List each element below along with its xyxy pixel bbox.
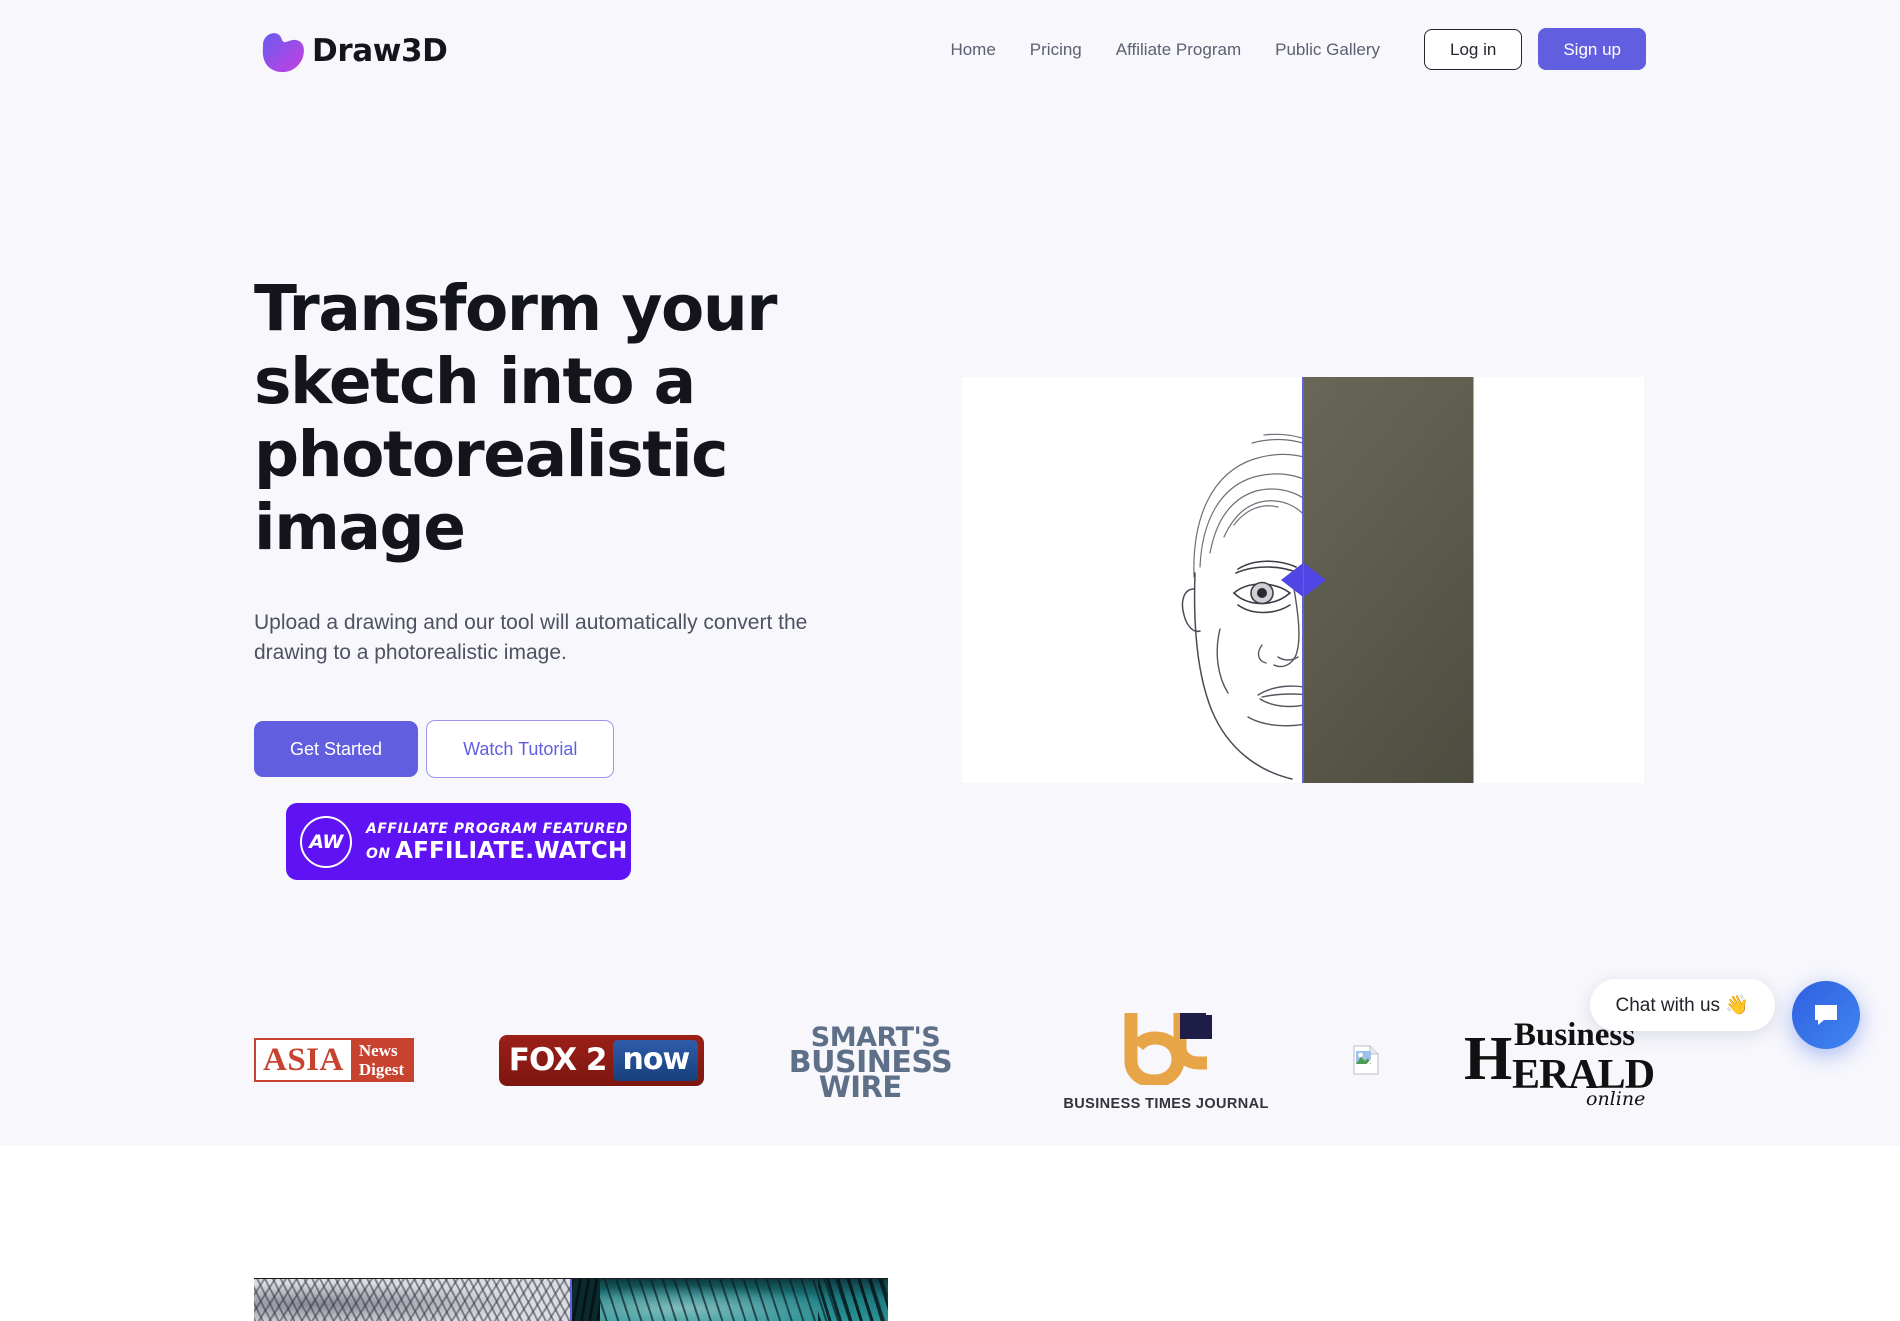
bottom-before-sketch (254, 1279, 571, 1321)
asia-subtitle-line2: Digest (358, 1060, 405, 1079)
arrow-right-icon (1303, 563, 1326, 597)
asia-news-digest-logo: ASIA News Digest (254, 1038, 415, 1082)
press-logo-asia-news-digest: ASIA News Digest (254, 1005, 415, 1115)
get-started-button[interactable]: Get Started (254, 720, 419, 777)
broken-image-icon (1353, 1045, 1379, 1075)
hero-cta-group: Get Started Watch Tutorial (254, 719, 874, 778)
chat-launcher-button[interactable] (1792, 981, 1860, 1049)
press-logo-smarts-business-wire: SMART'S BUSINESS WIRE (789, 1005, 979, 1115)
press-logo-broken-placeholder (1353, 1005, 1379, 1115)
affiliate-watch-mark-text: AW (309, 830, 343, 853)
affiliate-watch-mark-icon: AW (300, 815, 352, 868)
draw3d-logo-icon (262, 33, 304, 73)
business-times-journal-logo: BUSINESS TIMES JOURNAL (1063, 1009, 1268, 1112)
arrow-left-icon (1280, 563, 1303, 597)
affiliate-badge-line2: AFFILIATE.WATCH (395, 837, 628, 864)
btj-mark-icon (1124, 1012, 1213, 1088)
nav-item-home[interactable]: Home (950, 41, 1012, 58)
bottom-after-photo (571, 1279, 888, 1321)
nav-item-public-gallery[interactable]: Public Gallery (1258, 41, 1397, 58)
affiliate-watch-badge[interactable]: AW AFFILIATE PROGRAM FEATURED ON AFFILIA… (286, 803, 631, 880)
hero-subtitle: Upload a drawing and our tool will autom… (254, 611, 808, 665)
landing-page: Draw3D Home Pricing Affiliate Program Pu… (0, 0, 1900, 1321)
press-logo-business-times-journal: BUSINESS TIMES JOURNAL (1063, 1005, 1268, 1115)
bottom-before-after-preview[interactable] (254, 1278, 888, 1321)
bottom-comparison-divider (570, 1279, 572, 1321)
affiliate-watch-text: AFFILIATE PROGRAM FEATURED ON AFFILIATE.… (366, 820, 631, 864)
nav-item-pricing[interactable]: Pricing (1013, 41, 1099, 58)
login-button[interactable]: Log in (1424, 28, 1523, 70)
smarts-business-wire-logo: SMART'S BUSINESS WIRE (789, 1022, 979, 1104)
page-title: Transform your sketch into a photorealis… (254, 272, 777, 565)
press-logo-strip: ASIA News Digest FOX 2 now SMART'S BUSIN… (254, 1000, 1655, 1120)
herald-h: H (1464, 1025, 1513, 1093)
press-logo-fox-2-now: FOX 2 now (498, 1005, 705, 1115)
brand-logo-link[interactable]: Draw3D (254, 23, 448, 79)
after-photo-image (1303, 377, 1644, 783)
site-header: Draw3D Home Pricing Affiliate Program Pu… (0, 0, 1900, 104)
fox-2-now-logo: FOX 2 now (498, 1034, 705, 1086)
signup-button[interactable]: Sign up (1538, 28, 1646, 71)
hero-content: Transform your sketch into a photorealis… (254, 272, 874, 778)
before-after-comparison-slider[interactable] (962, 377, 1644, 783)
herald-online: online (1586, 1088, 1646, 1110)
asia-subtitle-line1: News (358, 1041, 398, 1060)
asia-subtitle: News Digest (350, 1040, 413, 1080)
fox-now-wordmark: now (613, 1039, 699, 1081)
watch-tutorial-button[interactable]: Watch Tutorial (426, 719, 615, 778)
brand-name: Draw3D (312, 33, 448, 69)
btj-caption: BUSINESS TIMES JOURNAL (1063, 1095, 1269, 1112)
asia-wordmark: ASIA (263, 1042, 344, 1078)
nav-item-affiliate-program[interactable]: Affiliate Program (1099, 41, 1258, 58)
main-navigation: Home Pricing Affiliate Program Public Ga… (950, 28, 1646, 71)
chat-prompt-bubble[interactable]: Chat with us 👋 (1589, 979, 1775, 1031)
comparison-slider-handle[interactable] (1274, 563, 1332, 597)
smart-line3: WIRE (818, 1070, 902, 1104)
chat-bubble-icon (1815, 1005, 1837, 1025)
fox-wordmark: FOX 2 (508, 1042, 608, 1078)
